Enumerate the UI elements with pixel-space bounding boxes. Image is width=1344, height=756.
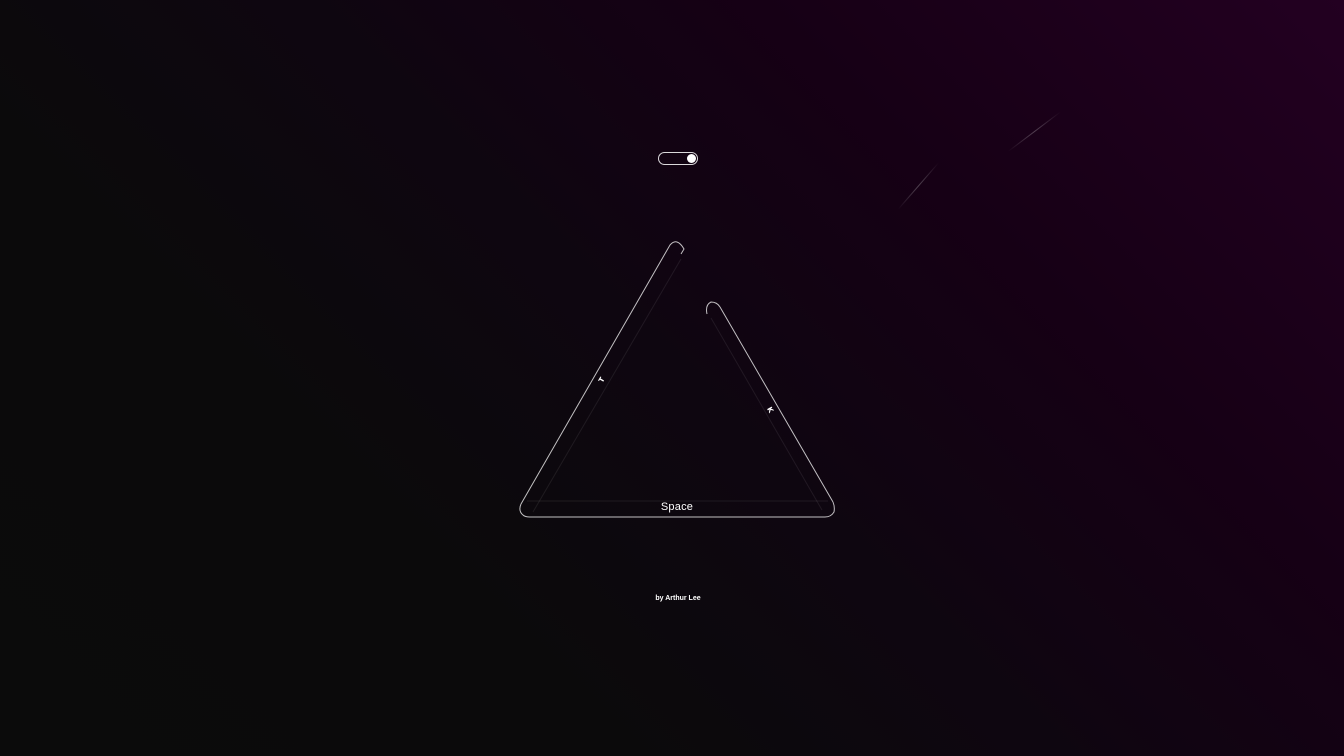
key-k[interactable]: K [706,301,834,511]
key-space-label: Space [660,501,694,513]
game-stage: T K Space by Arthur Lee [0,0,1344,756]
author-credit: by Arthur Lee [655,595,701,602]
triangle-keyboard: T K [519,241,835,518]
key-t[interactable]: T [519,241,685,513]
